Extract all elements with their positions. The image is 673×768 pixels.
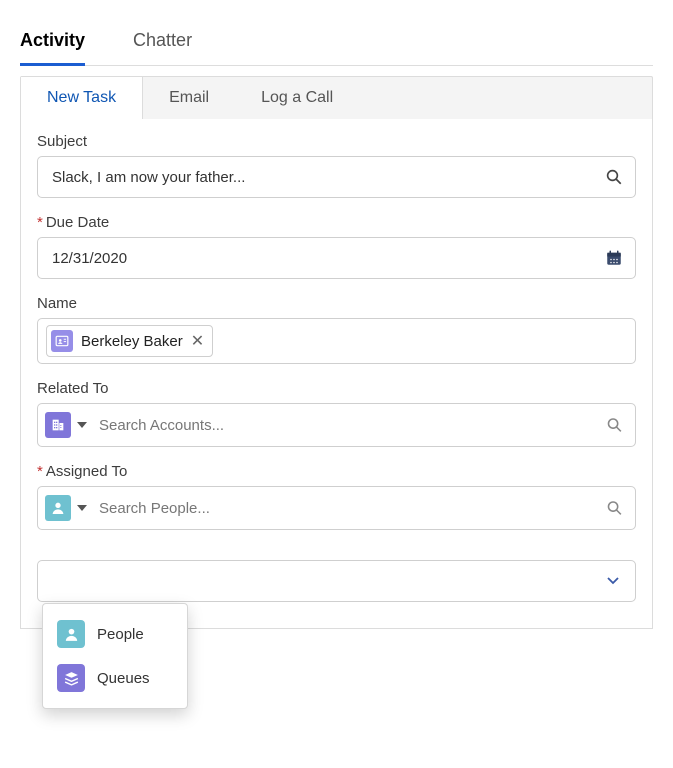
search-icon[interactable]: [605, 168, 623, 186]
search-icon[interactable]: [606, 500, 623, 517]
subject-label: Subject: [37, 133, 636, 150]
chevron-down-icon: [77, 505, 87, 511]
assigned-to-input[interactable]: [93, 489, 635, 528]
person-icon: [57, 620, 85, 648]
menu-item-label: People: [97, 626, 144, 643]
close-icon[interactable]: ✕: [191, 331, 204, 351]
due-date-label: Due Date: [37, 214, 636, 231]
field-name: Name Berkeley Baker ✕: [37, 295, 636, 364]
due-date-input[interactable]: [38, 239, 635, 278]
field-due-date: Due Date: [37, 214, 636, 279]
subtab-new-task[interactable]: New Task: [21, 77, 143, 119]
top-tabs: Activity Chatter: [20, 20, 653, 66]
queue-icon: [57, 664, 85, 692]
new-task-form: Subject Due Date Name: [20, 119, 653, 629]
subject-input[interactable]: [38, 158, 635, 197]
hidden-select-button[interactable]: [37, 560, 636, 602]
sub-tabs: New Task Email Log a Call: [20, 76, 653, 119]
field-subject: Subject: [37, 133, 636, 198]
person-icon: [45, 495, 71, 521]
calendar-icon[interactable]: [605, 249, 623, 267]
account-icon: [45, 412, 71, 438]
menu-item-queues[interactable]: Queues: [43, 656, 187, 700]
tab-chatter[interactable]: Chatter: [133, 20, 210, 65]
assigned-to-type-menu: People Queues: [42, 603, 188, 709]
search-icon[interactable]: [606, 417, 623, 434]
assigned-to-label: Assigned To: [37, 463, 636, 480]
menu-item-people[interactable]: People: [43, 612, 187, 656]
assigned-to-type-picker[interactable]: [41, 490, 93, 526]
subtab-email[interactable]: Email: [143, 77, 235, 119]
obscured-required-label: [37, 546, 636, 554]
field-related-to: Related To: [37, 380, 636, 447]
name-pill[interactable]: Berkeley Baker ✕: [46, 325, 213, 357]
related-to-type-picker[interactable]: [41, 407, 93, 443]
chevron-down-icon: [607, 572, 619, 590]
name-pill-label: Berkeley Baker: [81, 333, 183, 350]
related-to-label: Related To: [37, 380, 636, 397]
chevron-down-icon: [77, 422, 87, 428]
menu-item-label: Queues: [97, 670, 150, 687]
tab-activity[interactable]: Activity: [20, 20, 103, 65]
field-hidden-select: [37, 560, 636, 602]
subtab-log-call[interactable]: Log a Call: [235, 77, 359, 119]
field-assigned-to: Assigned To: [37, 463, 636, 530]
name-label: Name: [37, 295, 636, 312]
contact-icon: [51, 330, 73, 352]
related-to-input[interactable]: [93, 406, 635, 445]
